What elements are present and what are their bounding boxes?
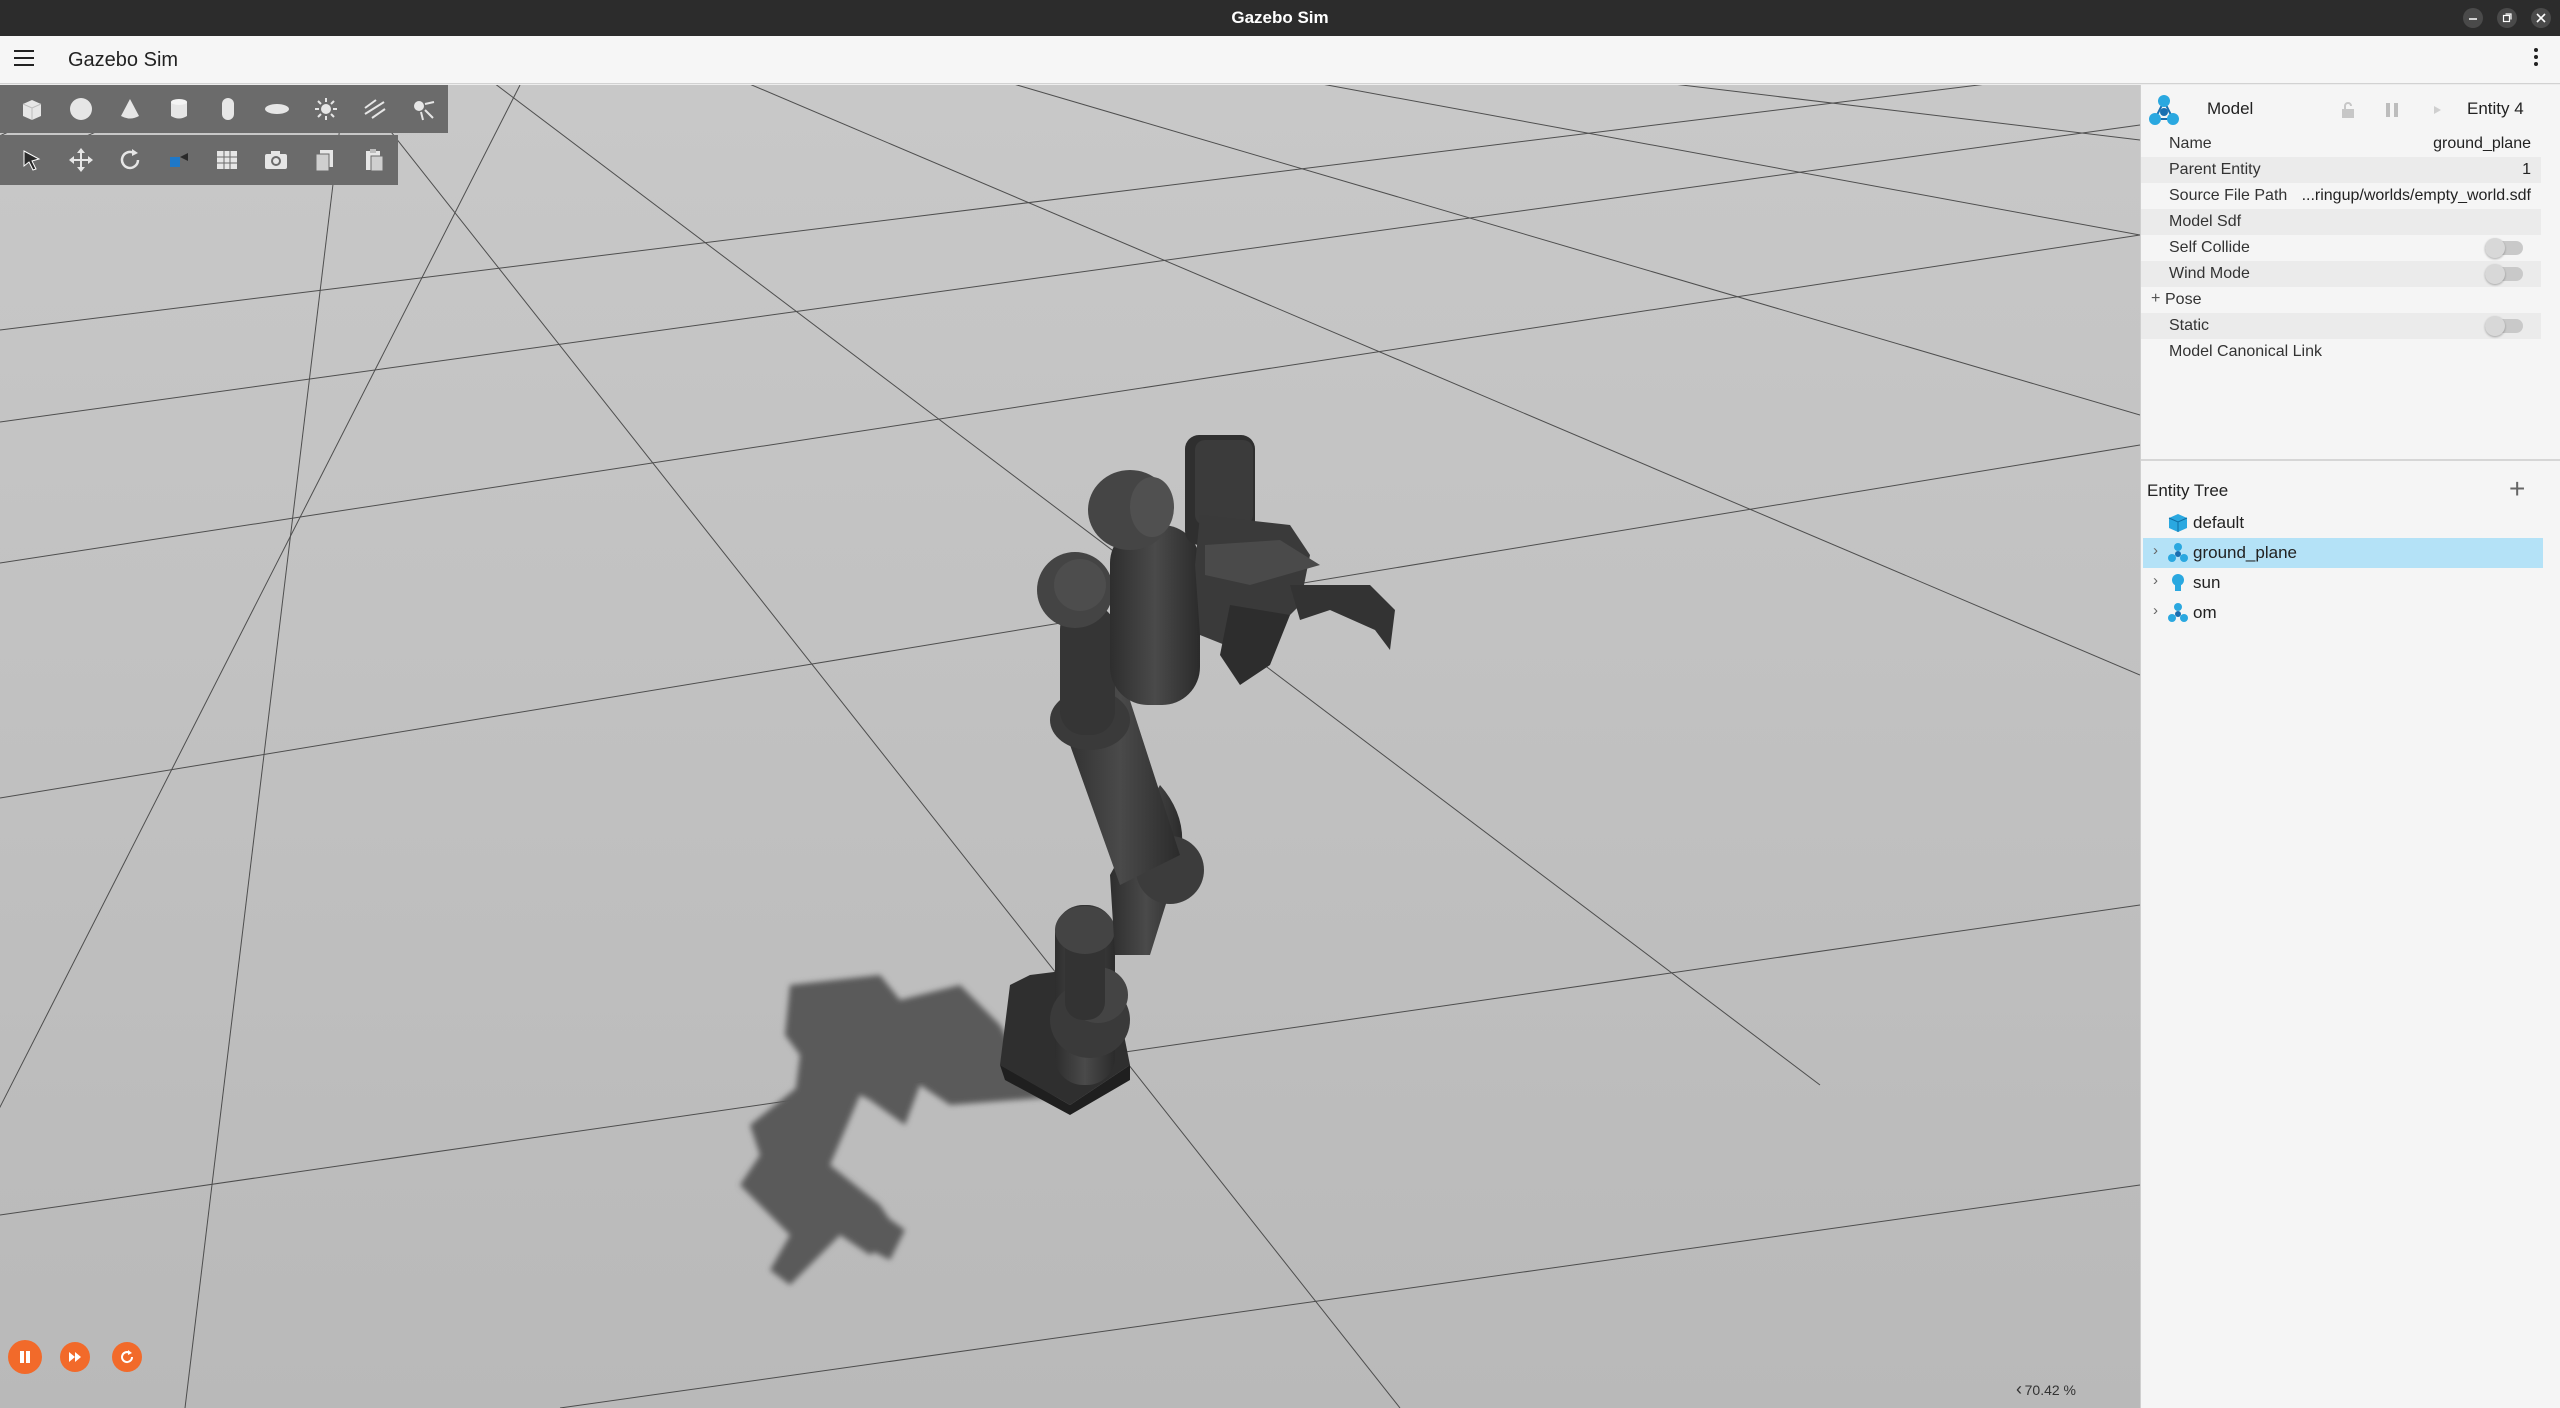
- copy-icon[interactable]: [301, 137, 350, 183]
- property-row-static: Static: [2141, 313, 2541, 339]
- ellipsoid-icon[interactable]: [252, 86, 301, 132]
- lock-icon[interactable]: [2339, 101, 2357, 119]
- chevron-right-icon[interactable]: ›: [2153, 542, 2158, 559]
- chevron-left-icon[interactable]: ‹: [2016, 1379, 2022, 1400]
- entity-id-label: Entity 4: [2467, 99, 2524, 118]
- pause-updates-icon[interactable]: [2383, 101, 2401, 119]
- property-value: ground_plane: [2433, 135, 2531, 152]
- world-cube-icon: [2168, 514, 2188, 532]
- tree-item-default[interactable]: default: [2143, 508, 2543, 538]
- expand-icon[interactable]: +: [2151, 290, 2160, 308]
- close-icon: [2536, 13, 2546, 23]
- capsule-icon[interactable]: [204, 86, 253, 132]
- real-time-factor: 70.42 %: [2024, 1382, 2076, 1398]
- window-titlebar: Gazebo Sim: [0, 0, 2560, 36]
- property-row-model-canonical-link: Model Canonical Link: [2169, 343, 2322, 360]
- panel-divider[interactable]: [2141, 459, 2560, 461]
- reset-icon: [121, 1350, 134, 1364]
- property-row-source-file-path: Source File Path ...ringup/worlds/empty_…: [2169, 187, 2531, 204]
- close-button[interactable]: [2531, 8, 2551, 28]
- property-row-wind-mode: Wind Mode: [2141, 261, 2541, 287]
- grid-icon[interactable]: [203, 137, 252, 183]
- minimize-icon: [2469, 18, 2477, 20]
- cylinder-icon[interactable]: [155, 86, 204, 132]
- sun-light-icon[interactable]: [301, 86, 350, 132]
- property-row-parent-entity: Parent Entity 1: [2141, 157, 2541, 183]
- component-inspector-header: Model Entity 4: [2141, 85, 2560, 135]
- select-icon[interactable]: [8, 137, 57, 183]
- entity-tree-title: Entity Tree: [2147, 481, 2229, 500]
- directional-light-icon[interactable]: [350, 86, 399, 132]
- tree-item-om[interactable]: › om: [2143, 598, 2543, 628]
- maximize-button[interactable]: [2497, 8, 2517, 28]
- cone-icon[interactable]: [106, 86, 155, 132]
- rotate-icon[interactable]: [106, 137, 155, 183]
- spot-light-icon[interactable]: [399, 86, 448, 132]
- reset-button[interactable]: [112, 1342, 142, 1372]
- model-icon: [2168, 603, 2188, 622]
- scene-3d-viewport[interactable]: ‹ 70.42 %: [0, 85, 2140, 1408]
- ground-plane-grid: [0, 85, 2140, 1408]
- camera-icon[interactable]: [252, 137, 301, 183]
- pause-button[interactable]: [8, 1340, 42, 1374]
- sphere-icon[interactable]: [57, 86, 106, 132]
- kebab-icon[interactable]: [2532, 48, 2540, 72]
- window-title: Gazebo Sim: [1231, 8, 1329, 27]
- property-value: ...ringup/worlds/empty_world.sdf: [2301, 187, 2531, 204]
- transform-icon[interactable]: [154, 137, 203, 183]
- paste-icon[interactable]: [349, 137, 398, 183]
- chevron-right-icon[interactable]: ›: [2153, 572, 2158, 589]
- light-bulb-icon: [2172, 574, 2184, 591]
- step-button[interactable]: [60, 1342, 90, 1372]
- app-bar: Gazebo Sim: [0, 36, 2560, 84]
- restore-icon: [2502, 13, 2512, 23]
- add-entity-button[interactable]: +: [2509, 473, 2525, 505]
- right-panel: Model Entity 4 Name ground_plane Parent …: [2140, 85, 2560, 1408]
- tree-item-ground-plane[interactable]: › ground_plane: [2143, 538, 2543, 568]
- minimize-button[interactable]: [2463, 8, 2483, 28]
- shapes-toolbar: [0, 85, 448, 133]
- property-row-pose[interactable]: + Pose: [2141, 287, 2541, 313]
- wind-mode-toggle[interactable]: [2485, 264, 2523, 284]
- tree-item-sun[interactable]: › sun: [2143, 568, 2543, 598]
- box-icon[interactable]: [8, 86, 57, 132]
- app-title: Gazebo Sim: [68, 49, 179, 71]
- translate-icon[interactable]: [57, 137, 106, 183]
- property-row-name: Name ground_plane: [2169, 135, 2531, 152]
- component-type-label: Model: [2207, 99, 2254, 118]
- hamburger-icon[interactable]: [14, 50, 34, 70]
- property-row-self-collide: Self Collide: [2141, 235, 2541, 261]
- chevron-right-icon[interactable]: ›: [2153, 602, 2158, 619]
- property-row-model-sdf[interactable]: Model Sdf: [2141, 209, 2541, 235]
- self-collide-toggle[interactable]: [2485, 238, 2523, 258]
- fast-forward-icon: [69, 1352, 81, 1362]
- model-icon: [2149, 95, 2179, 125]
- step-updates-icon[interactable]: [2431, 103, 2445, 117]
- transform-toolbar: [0, 135, 398, 185]
- pause-icon: [20, 1351, 30, 1363]
- model-icon: [2168, 543, 2188, 562]
- static-toggle[interactable]: [2485, 316, 2523, 336]
- property-value: 1: [2522, 161, 2531, 178]
- entity-tree-header: Entity Tree +: [2141, 471, 2560, 511]
